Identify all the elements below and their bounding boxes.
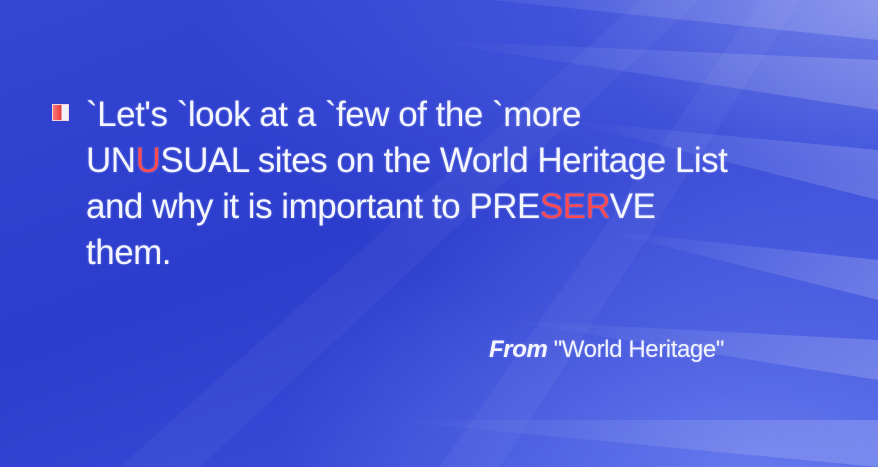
body-line-4: them. xyxy=(86,233,172,272)
attribution-source: "World Heritage" xyxy=(553,336,725,363)
body-line-2: UNUSUAL sites on the World Heritage List xyxy=(86,141,728,180)
presentation-slide: `Let's `look at a `few of the `more UNUS… xyxy=(0,0,878,467)
line3-text-end: VE xyxy=(609,187,656,226)
body-line-3: and why it is important to PRESERVE xyxy=(86,187,656,226)
line2-text-end: SUAL sites on the World Heritage List xyxy=(160,141,728,180)
square-bullet-icon xyxy=(52,104,69,121)
highlight-ser: SER xyxy=(539,187,610,226)
body-line-1: `Let's `look at a `few of the `more xyxy=(86,95,581,134)
highlight-u: U xyxy=(135,141,161,180)
line3-text-start: and why it is important to PRE xyxy=(86,187,540,226)
line2-text-start: UN xyxy=(86,141,136,180)
attribution-from: From xyxy=(489,336,548,363)
source-attribution: From "World Heritage" xyxy=(489,336,724,364)
slide-body-text: `Let's `look at a `few of the `more UNUS… xyxy=(86,92,856,276)
